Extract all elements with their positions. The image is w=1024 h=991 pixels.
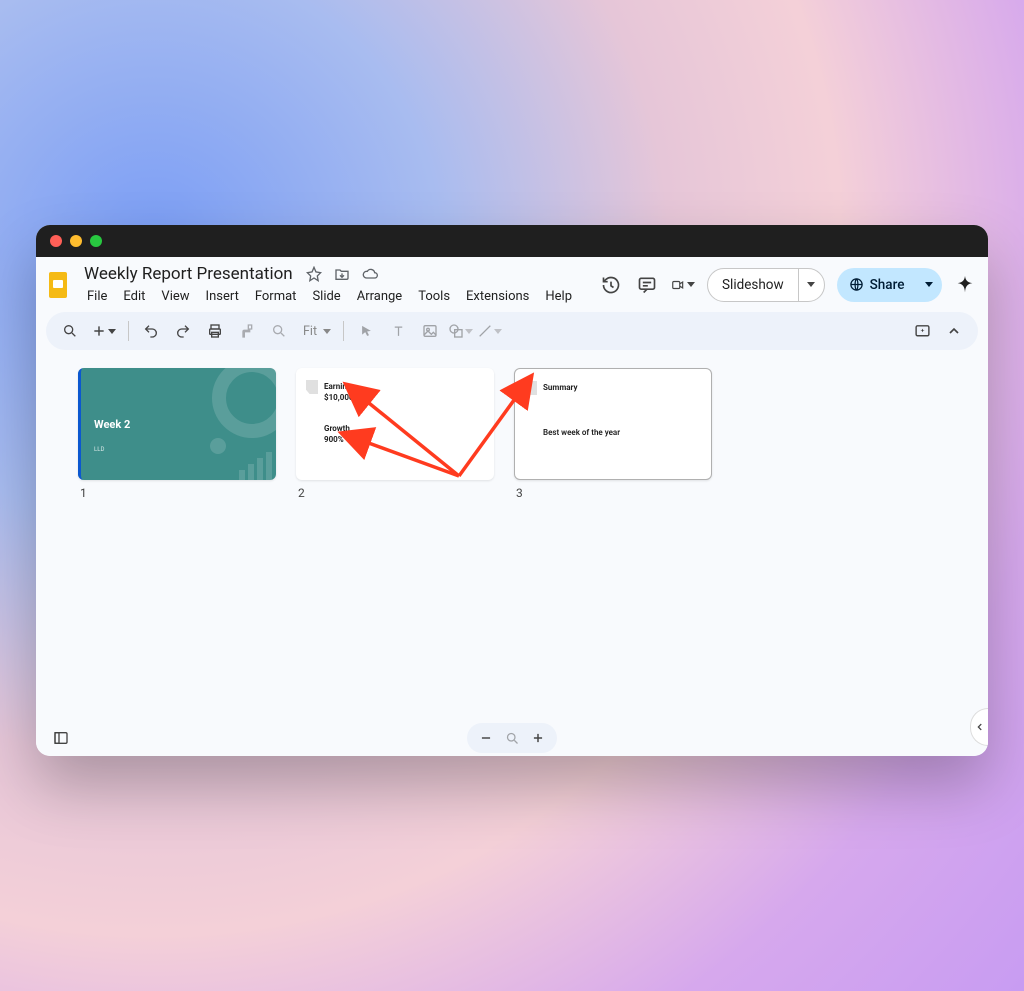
slide3-body: Best week of the year — [543, 428, 693, 437]
slide-number-3: 3 — [514, 486, 712, 500]
menu-tools[interactable]: Tools — [411, 287, 457, 306]
slide-item-3: Summary Best week of the year 3 — [514, 368, 712, 500]
redo-icon[interactable] — [169, 317, 197, 345]
zoom-tool-icon[interactable] — [265, 317, 293, 345]
menu-extensions[interactable]: Extensions — [459, 287, 536, 306]
zoom-dropdown[interactable]: Fit — [297, 317, 335, 345]
comments-icon[interactable] — [635, 273, 659, 297]
new-slide-button[interactable] — [88, 317, 120, 345]
slide-thumbnail-2[interactable]: Earnings $10,000 Growth 900% — [296, 368, 494, 480]
zoom-reset-icon[interactable] — [501, 727, 523, 749]
window-close-button[interactable] — [50, 235, 62, 247]
app-window: Weekly Report Presentation File Edit Vie… — [36, 225, 988, 756]
slide-thumbnail-1[interactable]: Week 2 LLD — [78, 368, 276, 480]
window-zoom-button[interactable] — [90, 235, 102, 247]
menu-view[interactable]: View — [154, 287, 196, 306]
share-button-group: Share — [837, 268, 943, 302]
slideshow-button[interactable]: Slideshow — [708, 277, 798, 293]
slides-logo-icon[interactable] — [46, 267, 70, 303]
window-minimize-button[interactable] — [70, 235, 82, 247]
app-header: Weekly Report Presentation File Edit Vie… — [36, 257, 988, 306]
menu-help[interactable]: Help — [538, 287, 579, 306]
explore-icon[interactable] — [50, 727, 72, 749]
history-icon[interactable] — [599, 273, 623, 297]
line-icon[interactable] — [477, 317, 502, 345]
menu-arrange[interactable]: Arrange — [350, 287, 409, 306]
footer-bar — [36, 720, 988, 756]
move-folder-icon[interactable] — [333, 265, 351, 283]
share-button[interactable]: Share — [837, 277, 917, 293]
share-label: Share — [870, 277, 905, 293]
menu-bar: File Edit View Insert Format Slide Arran… — [80, 287, 579, 306]
slide-grid-view: Week 2 LLD 1 Earnings $10,000 Growth 900… — [36, 350, 988, 720]
zoom-out-button[interactable] — [475, 727, 497, 749]
text-box-icon[interactable] — [384, 317, 412, 345]
slide2-value2: 900% — [324, 435, 476, 444]
meet-icon[interactable] — [671, 273, 695, 297]
star-icon[interactable] — [305, 265, 323, 283]
menu-edit[interactable]: Edit — [116, 287, 152, 306]
hide-menus-icon[interactable] — [940, 317, 968, 345]
zoom-controls — [467, 723, 557, 753]
shape-icon[interactable] — [448, 317, 473, 345]
gemini-toolbar-icon[interactable] — [908, 317, 936, 345]
slide2-value1: $10,000 — [324, 393, 476, 402]
menu-slide[interactable]: Slide — [305, 287, 347, 306]
slideshow-dropdown-button[interactable] — [798, 269, 824, 301]
print-icon[interactable] — [201, 317, 229, 345]
toolbar: Fit — [46, 312, 978, 350]
header-actions: Slideshow Share — [599, 268, 988, 302]
slide3-heading1: Summary — [543, 383, 693, 392]
slide-item-1: Week 2 LLD 1 — [78, 368, 276, 500]
image-icon[interactable] — [416, 317, 444, 345]
slide-thumbnail-3[interactable]: Summary Best week of the year — [514, 368, 712, 480]
undo-icon[interactable] — [137, 317, 165, 345]
menu-insert[interactable]: Insert — [199, 287, 246, 306]
slide-number-1: 1 — [78, 486, 276, 500]
menu-file[interactable]: File — [80, 287, 114, 306]
titlebar — [36, 225, 988, 257]
slide-item-2: Earnings $10,000 Growth 900% 2 — [296, 368, 494, 500]
slideshow-button-group: Slideshow — [707, 268, 825, 302]
slide2-heading2: Growth — [324, 424, 476, 433]
gemini-icon[interactable] — [954, 274, 976, 296]
slide1-subtitle: LLD — [94, 446, 104, 453]
select-tool-icon[interactable] — [352, 317, 380, 345]
cloud-status-icon[interactable] — [361, 265, 379, 283]
slide2-heading1: Earnings — [324, 382, 476, 391]
share-dropdown-button[interactable] — [916, 268, 942, 302]
search-menus-icon[interactable] — [56, 317, 84, 345]
slide1-title: Week 2 — [94, 418, 130, 431]
document-title[interactable]: Weekly Report Presentation — [80, 263, 297, 285]
zoom-in-button[interactable] — [527, 727, 549, 749]
globe-icon — [849, 277, 864, 292]
slide-number-2: 2 — [296, 486, 494, 500]
menu-format[interactable]: Format — [248, 287, 304, 306]
zoom-level-label: Fit — [301, 324, 319, 339]
paint-format-icon[interactable] — [233, 317, 261, 345]
